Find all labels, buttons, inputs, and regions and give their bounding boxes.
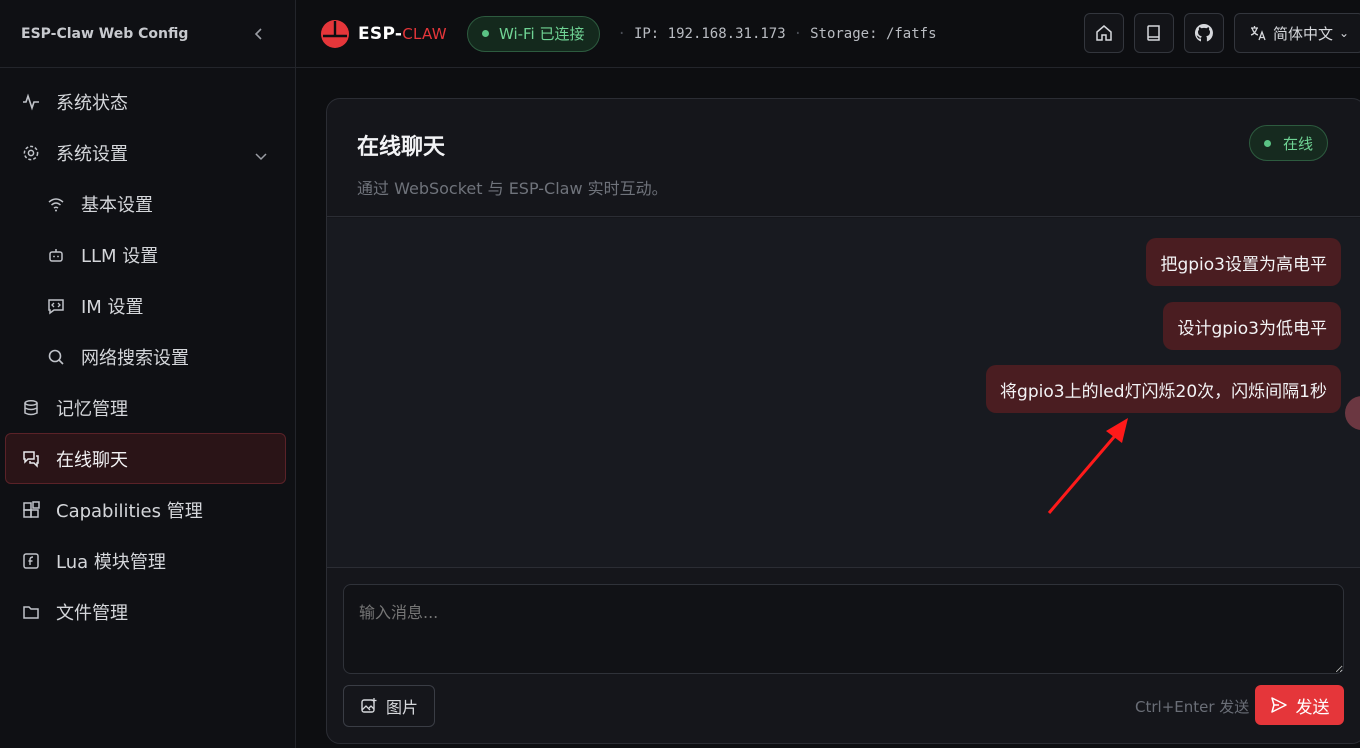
sidebar-item-label: 文件管理: [56, 602, 128, 624]
blocks-icon: [22, 500, 40, 519]
message-list: 把gpio3设置为高电平 设计gpio3为低电平 将gpio3上的led灯闪烁2…: [327, 218, 1360, 568]
chevron-down-icon: [255, 145, 267, 166]
wifi-status-badge: Wi-Fi 已连接: [466, 15, 600, 52]
sidebar-item-label: 记忆管理: [56, 398, 128, 420]
sidebar-item-label: IM 设置: [81, 296, 144, 318]
activity-icon: [22, 92, 40, 111]
gear-icon: [22, 144, 40, 162]
sidebar-item-memory[interactable]: 记忆管理: [0, 382, 295, 433]
user-message: 把gpio3设置为高电平: [1146, 238, 1341, 286]
language-select[interactable]: 简体中文 ⌄: [1234, 13, 1360, 53]
wifi-status-text: Wi-Fi 已连接: [498, 25, 585, 43]
chevron-left-icon: [254, 27, 262, 40]
status-dot-icon: [1264, 139, 1271, 147]
sidebar-item-label: 网络搜索设置: [81, 347, 189, 369]
user-message: 设计gpio3为低电平: [1163, 302, 1341, 350]
shortcut-hint: Ctrl+Enter 发送: [1135, 698, 1250, 716]
wifi-icon: [47, 195, 65, 213]
bot-icon: [47, 246, 65, 264]
sidebar-item-lua-modules[interactable]: Lua 模块管理: [0, 535, 295, 586]
annotation-arrow-icon: [1047, 418, 1128, 514]
sidebar: ESP-Claw Web Config 系统状态 系统设置 基本设置 LLM 设…: [0, 0, 296, 748]
sidebar-item-system-settings[interactable]: 系统设置: [0, 127, 295, 178]
chevron-down-icon: ⌄: [1339, 26, 1350, 40]
language-label: 简体中文: [1273, 24, 1334, 43]
sidebar-item-label: Capabilities 管理: [56, 500, 203, 522]
page-title: 在线聊天: [357, 135, 446, 160]
chat-icon: [22, 450, 40, 468]
storage-path: Storage: /fatfs: [810, 25, 937, 42]
send-label: 发送: [1295, 697, 1330, 718]
separator-icon: ·: [793, 25, 803, 42]
top-bar: ESP-CLAW Wi-Fi 已连接 · IP: 192.168.31.173 …: [296, 0, 1360, 68]
sidebar-item-capabilities[interactable]: Capabilities 管理: [0, 484, 295, 535]
sidebar-item-label: 基本设置: [81, 194, 153, 216]
book-icon: [1147, 25, 1160, 41]
page-subtitle: 通过 WebSocket 与 ESP-Claw 实时互动。: [357, 179, 668, 198]
sidebar-item-system-status[interactable]: 系统状态: [0, 76, 295, 127]
ip-address: IP: 192.168.31.173: [633, 25, 786, 42]
connection-status-text: 在线: [1283, 134, 1314, 153]
attach-image-button[interactable]: 图片: [343, 685, 435, 727]
home-icon: [1096, 25, 1112, 41]
translate-icon: [1250, 26, 1266, 41]
github-button[interactable]: [1184, 13, 1224, 53]
sidebar-item-llm-settings[interactable]: LLM 设置: [0, 229, 295, 280]
sidebar-item-basic-settings[interactable]: 基本设置: [0, 178, 295, 229]
logo-accent-text: CLAW: [402, 24, 447, 43]
chat-header: 在线聊天 通过 WebSocket 与 ESP-Claw 实时互动。 在线: [327, 99, 1360, 217]
collapse-sidebar-button[interactable]: [251, 26, 267, 42]
sidebar-item-im-settings[interactable]: IM 设置: [0, 280, 295, 331]
sidebar-item-web-search-settings[interactable]: 网络搜索设置: [0, 331, 295, 382]
status-dot-icon: [481, 30, 489, 37]
send-icon: [1270, 697, 1287, 713]
sidebar-item-file-manager[interactable]: 文件管理: [0, 586, 295, 637]
message-code-icon: [47, 297, 65, 315]
esp-claw-logo-icon: [321, 19, 349, 48]
send-button[interactable]: 发送: [1255, 685, 1344, 725]
sidebar-item-label: LLM 设置: [81, 245, 159, 267]
sidebar-item-online-chat[interactable]: 在线聊天: [5, 433, 286, 484]
sidebar-header: ESP-Claw Web Config: [0, 0, 295, 68]
logo: ESP-CLAW: [320, 19, 447, 49]
github-icon: [1194, 23, 1213, 42]
sidebar-item-label: Lua 模块管理: [56, 551, 166, 573]
sidebar-nav: 系统状态 系统设置 基本设置 LLM 设置 IM 设置 网络搜索设置 记忆管理: [0, 68, 295, 637]
file-code-icon: [22, 552, 40, 570]
docs-button[interactable]: [1134, 13, 1174, 53]
device-meta: · IP: 192.168.31.173 · Storage: /fatfs: [610, 26, 937, 42]
message-input[interactable]: [343, 584, 1344, 674]
sidebar-item-label: 在线聊天: [56, 449, 128, 471]
logo-text: ESP-CLAW: [358, 24, 447, 44]
sidebar-item-label: 系统状态: [56, 92, 128, 114]
separator-icon: ·: [617, 25, 626, 42]
chat-panel: 在线聊天 通过 WebSocket 与 ESP-Claw 实时互动。 在线 把g…: [326, 98, 1360, 744]
database-icon: [22, 399, 40, 417]
sidebar-item-label: 系统设置: [56, 143, 128, 165]
logo-main-text: ESP-: [358, 23, 403, 44]
image-plus-icon: [361, 698, 377, 713]
search-icon: [47, 348, 65, 366]
home-button[interactable]: [1084, 13, 1124, 53]
attach-image-label: 图片: [385, 698, 418, 717]
connection-status-badge: 在线: [1249, 125, 1329, 161]
folder-icon: [22, 603, 40, 621]
app-title: ESP-Claw Web Config: [21, 25, 189, 42]
